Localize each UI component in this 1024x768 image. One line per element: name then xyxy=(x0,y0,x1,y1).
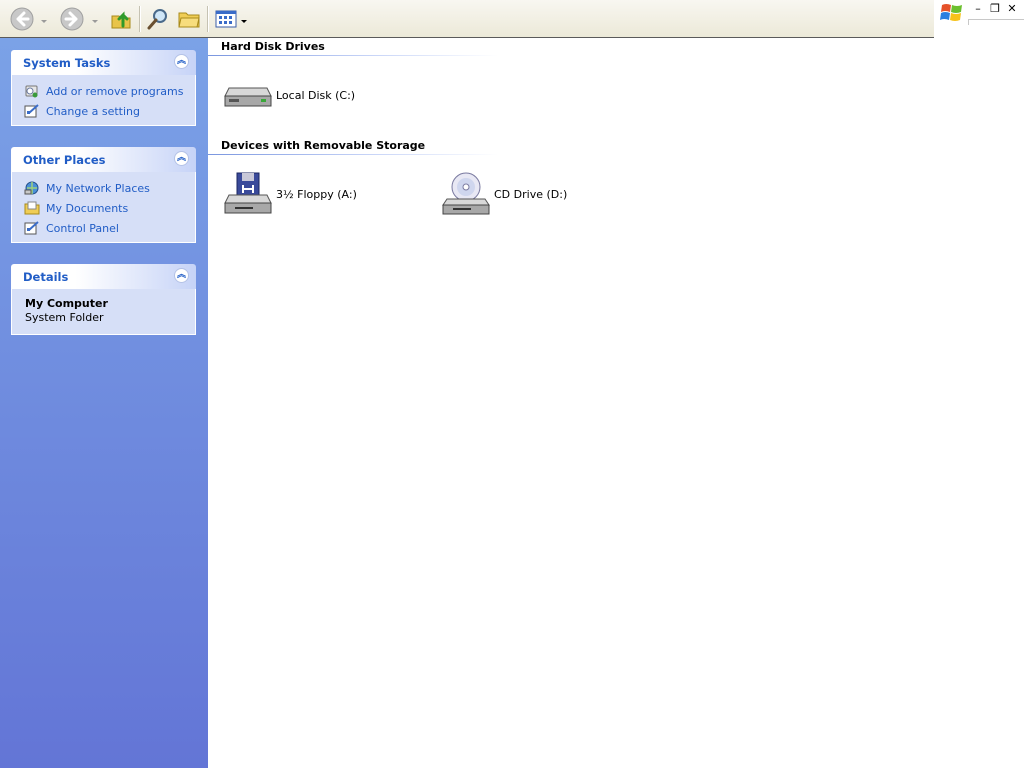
control-panel-link[interactable]: Control Panel xyxy=(12,218,195,238)
network-places-icon xyxy=(24,180,40,196)
hard-disk-icon xyxy=(222,71,274,119)
system-tasks-panel: System Tasks ︽ Add or remove programs Ch… xyxy=(11,50,196,126)
details-name: My Computer xyxy=(25,297,108,310)
content-area: Hard Disk Drives Local Disk (C:) Devices… xyxy=(208,38,1024,768)
group-divider xyxy=(208,55,498,56)
task-link-label: Control Panel xyxy=(46,221,119,235)
task-link-label: Change a setting xyxy=(46,104,140,118)
chevron-down-icon xyxy=(241,20,247,23)
close-button[interactable]: ✕ xyxy=(1004,1,1020,15)
add-remove-programs-link[interactable]: Add or remove programs xyxy=(12,81,195,101)
other-places-panel: Other Places ︽ My Network Places My Docu… xyxy=(11,147,196,243)
drive-label: Local Disk (C:) xyxy=(276,88,356,102)
my-documents-icon xyxy=(24,200,40,216)
forward-button[interactable] xyxy=(58,5,86,33)
toolbar-separator xyxy=(139,6,140,32)
details-panel: Details ︽ My Computer System Folder xyxy=(11,264,196,335)
group-header-hard-disks: Hard Disk Drives xyxy=(221,40,325,53)
my-documents-link[interactable]: My Documents xyxy=(12,198,195,218)
windows-logo-icon xyxy=(940,4,962,21)
task-link-label: Add or remove programs xyxy=(46,84,184,98)
system-tasks-body: Add or remove programs Change a setting xyxy=(11,75,196,126)
collapse-button[interactable]: ︽ xyxy=(174,268,189,283)
search-button[interactable] xyxy=(144,5,172,33)
forward-icon xyxy=(60,7,84,31)
drive-label: CD Drive (D:) xyxy=(494,187,568,201)
task-link-label: My Documents xyxy=(46,201,129,215)
details-type: System Folder xyxy=(25,311,104,324)
cd-drive-icon xyxy=(440,170,492,218)
collapse-button[interactable]: ︽ xyxy=(174,151,189,166)
search-icon xyxy=(147,9,167,30)
forward-dropdown-button[interactable] xyxy=(91,15,99,23)
panel-title: Other Places xyxy=(23,153,106,167)
restore-button[interactable]: ❐ xyxy=(987,1,1003,15)
panel-title: Details xyxy=(23,270,69,284)
panel-title: System Tasks xyxy=(23,56,111,70)
other-places-body: My Network Places My Documents Control P… xyxy=(11,172,196,243)
group-header-removable: Devices with Removable Storage xyxy=(221,139,426,152)
minimize-button[interactable]: – xyxy=(970,1,986,15)
details-body: My Computer System Folder xyxy=(11,289,196,335)
change-setting-link[interactable]: Change a setting xyxy=(12,101,195,121)
toolbar xyxy=(0,0,934,38)
group-divider xyxy=(208,154,498,155)
close-icon: ✕ xyxy=(1007,1,1017,15)
my-network-places-link[interactable]: My Network Places xyxy=(12,178,195,198)
folders-button[interactable] xyxy=(175,5,203,33)
details-header[interactable]: Details ︽ xyxy=(11,264,196,289)
up-button[interactable] xyxy=(107,5,135,33)
floppy-drive-icon xyxy=(222,170,274,218)
chevron-down-icon xyxy=(41,20,47,23)
task-pane: System Tasks ︽ Add or remove programs Ch… xyxy=(0,38,208,768)
system-tasks-header[interactable]: System Tasks ︽ xyxy=(11,50,196,75)
control-panel-icon xyxy=(24,220,40,236)
drive-floppy-a[interactable]: 3½ Floppy (A:) xyxy=(222,170,357,218)
views-dropdown-button[interactable] xyxy=(240,15,248,23)
other-places-header[interactable]: Other Places ︽ xyxy=(11,147,196,172)
back-icon xyxy=(10,7,34,31)
address-bar-edge xyxy=(968,19,1024,20)
minimize-icon: – xyxy=(975,1,981,15)
collapse-icon: ︽ xyxy=(176,56,186,66)
toolbar-separator xyxy=(207,6,208,32)
chevron-down-icon xyxy=(92,20,98,23)
collapse-button[interactable]: ︽ xyxy=(174,54,189,69)
up-folder-icon xyxy=(111,11,131,29)
views-button[interactable] xyxy=(213,5,241,33)
restore-icon: ❐ xyxy=(990,1,1000,15)
views-icon xyxy=(215,10,237,28)
add-remove-programs-icon xyxy=(24,83,40,99)
drive-cd-d[interactable]: CD Drive (D:) xyxy=(440,170,567,218)
task-link-label: My Network Places xyxy=(46,181,150,195)
back-button[interactable] xyxy=(8,5,36,33)
address-bar-edge xyxy=(968,19,969,25)
collapse-icon: ︽ xyxy=(176,270,186,280)
collapse-icon: ︽ xyxy=(176,153,186,163)
folders-icon xyxy=(178,12,200,28)
back-dropdown-button[interactable] xyxy=(40,15,48,23)
drive-label: 3½ Floppy (A:) xyxy=(276,187,357,201)
drive-local-disk-c[interactable]: Local Disk (C:) xyxy=(222,71,355,119)
control-panel-setting-icon xyxy=(24,103,40,119)
